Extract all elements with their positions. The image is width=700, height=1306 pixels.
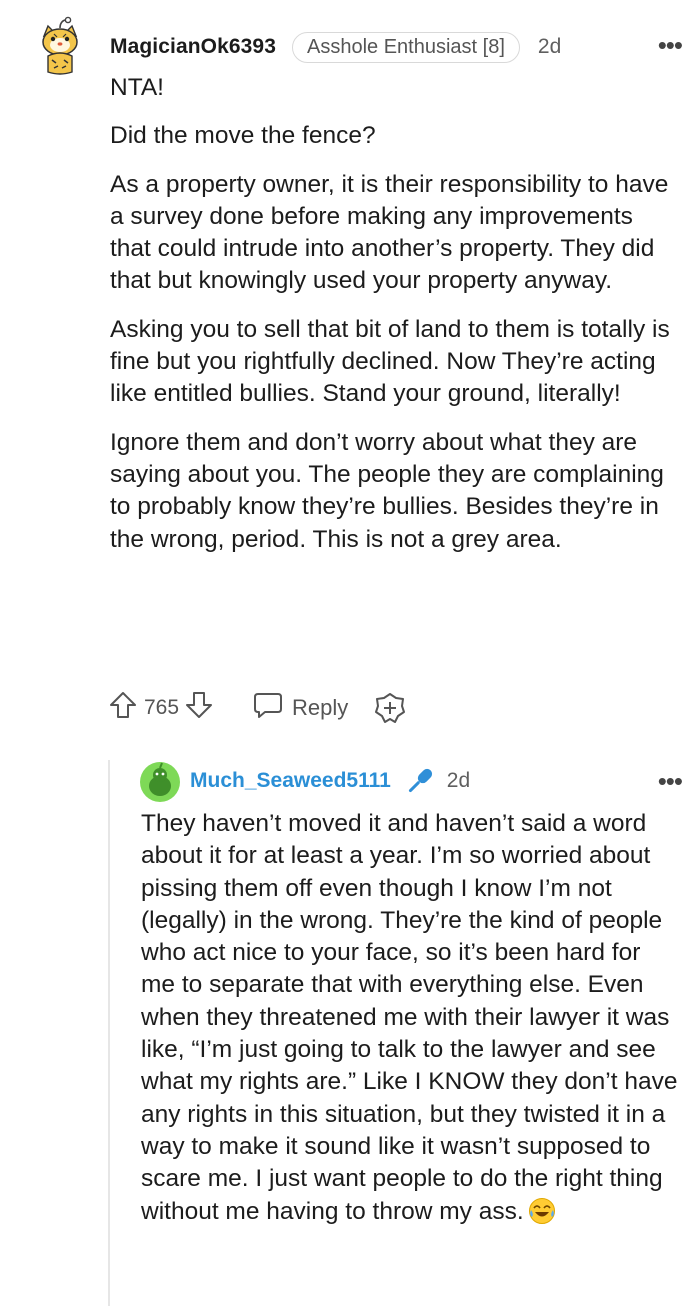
thread-line[interactable] [108, 760, 110, 1306]
comment-age: 2d [537, 35, 562, 58]
comment-paragraph: Did the move the fence? [110, 122, 376, 150]
reply-avatar[interactable] [140, 762, 180, 802]
more-options-icon[interactable]: ••• [658, 30, 683, 60]
upvote-icon[interactable] [108, 690, 138, 726]
microphone-icon [403, 764, 437, 798]
comment-paragraph: As a property owner, it is their respons… [110, 170, 669, 295]
award-icon [375, 693, 406, 723]
user-avatar[interactable] [38, 16, 82, 76]
comment-header: MagicianOk6393 Asshole Enthusiast [8] 2d… [110, 30, 690, 64]
user-flair: Asshole Enthusiast [8] [292, 31, 520, 63]
downvote-icon[interactable] [184, 690, 214, 726]
reply-text-paragraph: They haven’t moved it and haven’t said a… [141, 808, 681, 1234]
reply-age: 2d [446, 769, 471, 792]
comment-paragraph: NTA! [110, 74, 164, 101]
reply-label: Reply [292, 695, 349, 720]
comment-actions: 765 Reply [108, 688, 406, 728]
reply-username[interactable]: Much_Seaweed5111 [190, 769, 391, 793]
reply-body: They haven’t moved it and haven’t said a… [141, 808, 681, 1234]
reply-header: Much_Seaweed5111 2d ••• [190, 764, 690, 798]
comment-body: NTA! Did the move the fence? As a proper… [110, 72, 680, 572]
comment-thread: MagicianOk6393 Asshole Enthusiast [8] 2d… [0, 0, 700, 1306]
username[interactable]: MagicianOk6393 [110, 35, 276, 59]
comment-paragraph: Asking you to sell that bit of land to t… [110, 315, 670, 408]
award-button[interactable] [374, 692, 406, 724]
comment-paragraph: Ignore them and don’t worry about what t… [110, 428, 664, 553]
tears-of-joy-emoji [528, 1197, 556, 1234]
reply-text: They haven’t moved it and haven’t said a… [141, 810, 678, 1225]
more-options-icon[interactable]: ••• [658, 766, 683, 796]
reply-button[interactable]: Reply [252, 690, 348, 726]
reply-icon [252, 690, 284, 726]
vote-count: 765 [144, 696, 180, 719]
